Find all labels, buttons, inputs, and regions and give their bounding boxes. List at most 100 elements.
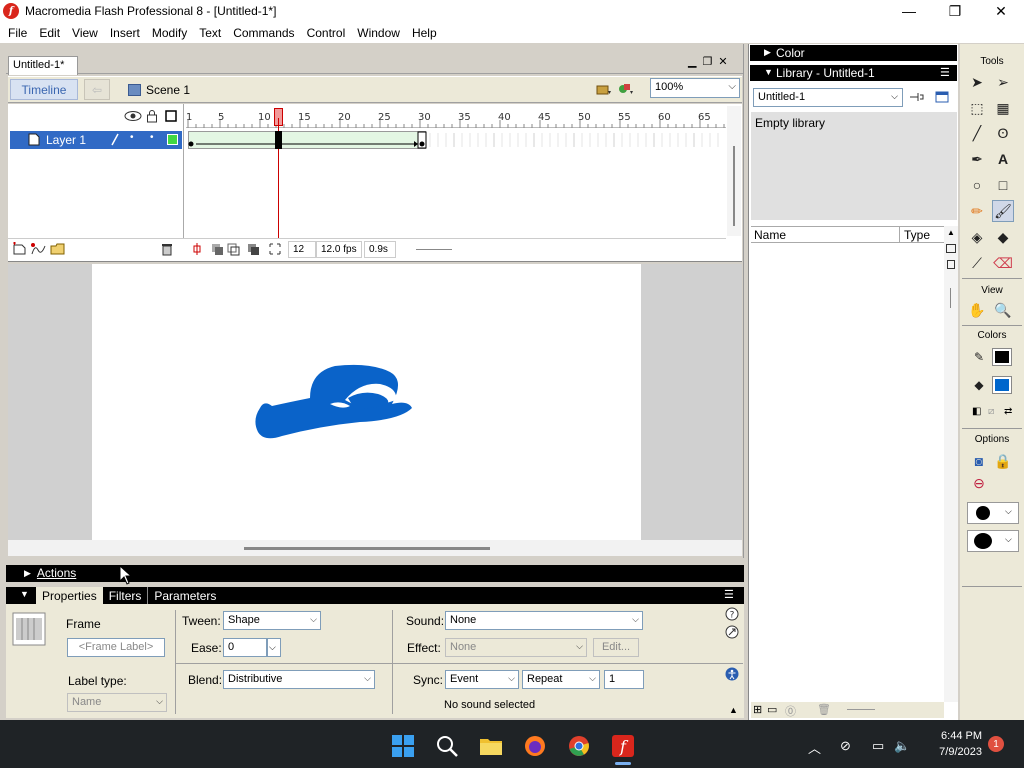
library-list[interactable] <box>751 244 944 702</box>
menu-view[interactable]: View <box>66 26 104 40</box>
menu-window[interactable]: Window <box>351 26 406 40</box>
tab-properties[interactable]: Properties <box>36 587 103 604</box>
scroll-thumb[interactable] <box>244 547 490 550</box>
lock-fill-icon[interactable]: 🔒 <box>992 450 1014 472</box>
maximize-button[interactable]: ❐ <box>932 0 978 22</box>
sync-select[interactable]: Event ⌵ <box>445 670 519 689</box>
back-button[interactable]: ⇦ <box>84 79 110 100</box>
menu-text[interactable]: Text <box>193 26 227 40</box>
new-symbol-icon[interactable]: ⊞ <box>753 703 762 716</box>
show-hidden-icons-icon[interactable]: ︿ <box>808 738 821 757</box>
subselection-tool-icon[interactable]: ➢ <box>992 71 1014 93</box>
col-name[interactable]: Name <box>754 228 786 242</box>
line-tool-icon[interactable]: ╱ <box>966 122 988 144</box>
menu-commands[interactable]: Commands <box>227 26 300 40</box>
edit-actions-icon[interactable] <box>725 625 739 639</box>
frame-rate-field[interactable]: 12.0 fps <box>316 241 362 258</box>
accessibility-icon[interactable] <box>725 667 739 681</box>
menu-help[interactable]: Help <box>406 26 443 40</box>
zoom-select[interactable]: 100% ⌵ <box>650 78 740 98</box>
properties-icon[interactable]: ⓪ <box>785 703 796 719</box>
scroll-thumb[interactable] <box>733 146 735 226</box>
onion-skin-icon[interactable] <box>210 242 224 256</box>
color-panel-bar[interactable]: ▶ Color <box>750 45 957 61</box>
label-type-select[interactable]: Name ⌵ <box>67 693 167 712</box>
library-scrollbar[interactable]: ▲ <box>944 226 958 702</box>
panel-options-icon[interactable]: ☰ <box>940 66 950 79</box>
network-off-icon[interactable]: ⊘ <box>840 738 851 754</box>
timeline-hscroll-thumb[interactable] <box>416 249 452 250</box>
lock-icon[interactable] <box>146 109 158 123</box>
selection-tool-icon[interactable]: ➤ <box>966 71 988 93</box>
volume-icon[interactable]: 🔈 <box>894 738 910 754</box>
layer-outline-color[interactable] <box>167 134 178 145</box>
wide-view-icon[interactable] <box>946 244 956 253</box>
sort-icon[interactable]: ▲ <box>947 228 955 237</box>
visibility-dot[interactable]: • <box>130 132 134 143</box>
free-transform-tool-icon[interactable]: ⬚ <box>966 97 988 119</box>
doc-minimize-icon[interactable]: ▁ <box>688 55 696 69</box>
edit-symbols-icon[interactable] <box>618 82 634 96</box>
blend-select[interactable]: Distributive ⌵ <box>223 670 375 689</box>
layer-row[interactable]: Layer 1 • • <box>10 131 182 149</box>
pencil-tool-icon[interactable]: ✏ <box>966 200 988 222</box>
brush-shape-select[interactable]: ⌵ <box>967 530 1019 552</box>
brush-size-select[interactable]: ⌵ <box>967 502 1019 524</box>
lock-dot[interactable]: • <box>150 132 154 143</box>
object-drawing-icon[interactable]: ◙ <box>968 450 990 472</box>
chrome-icon[interactable] <box>567 734 591 758</box>
zoom-tool-icon[interactable]: 🔍 <box>992 299 1014 321</box>
lasso-tool-icon[interactable]: ʘ <box>992 122 1014 144</box>
scroll-thumb[interactable] <box>950 288 951 308</box>
outline-icon[interactable] <box>165 110 177 122</box>
modify-onion-markers-icon[interactable] <box>268 242 282 256</box>
paint-bucket-tool-icon[interactable]: ◆ <box>992 226 1014 248</box>
ease-slider-button[interactable]: ⌵ <box>267 638 281 657</box>
flash-taskbar-icon[interactable]: f <box>611 734 635 758</box>
edit-multiple-frames-icon[interactable] <box>246 242 260 256</box>
repeat-select[interactable]: Repeat ⌵ <box>522 670 600 689</box>
panel-options-icon[interactable]: ☰ <box>724 588 734 601</box>
menu-file[interactable]: File <box>2 26 33 40</box>
black-white-icon[interactable]: ◧ <box>972 406 981 417</box>
no-color-icon[interactable]: ⧄ <box>988 406 994 417</box>
rectangle-tool-icon[interactable]: □ <box>992 174 1014 196</box>
library-hscroll-thumb[interactable] <box>847 709 875 710</box>
collapse-arrow-icon[interactable]: ▼ <box>20 589 29 599</box>
ink-bottle-tool-icon[interactable]: ◈ <box>966 226 988 248</box>
hand-tool-icon[interactable]: ✋ <box>966 299 988 321</box>
minimize-button[interactable]: — <box>886 0 932 22</box>
firefox-icon[interactable] <box>523 734 547 758</box>
timeline-scrollbar[interactable] <box>727 106 741 236</box>
actions-panel-bar[interactable] <box>6 565 744 582</box>
tab-filters[interactable]: Filters <box>103 587 148 604</box>
menu-insert[interactable]: Insert <box>104 26 146 40</box>
display-icon[interactable]: ▭ <box>872 738 884 754</box>
swap-colors-icon[interactable]: ⇄ <box>1004 406 1012 417</box>
doc-close-icon[interactable]: ✕ <box>718 55 727 69</box>
edit-scene-icon[interactable] <box>596 82 612 96</box>
eyedropper-tool-icon[interactable]: ⟋ <box>966 252 988 274</box>
system-clock[interactable]: 6:44 PM 7/9/2023 <box>912 728 982 760</box>
tween-shape[interactable] <box>250 360 420 444</box>
pin-library-icon[interactable] <box>908 90 924 104</box>
center-frame-icon[interactable] <box>190 242 204 256</box>
ease-input[interactable]: 0 <box>223 638 267 657</box>
doc-restore-icon[interactable]: ❐ <box>702 55 712 69</box>
effect-select[interactable]: None ⌵ <box>445 638 587 657</box>
scene-breadcrumb[interactable]: Scene 1 <box>128 80 190 99</box>
insert-layer-icon[interactable] <box>12 242 28 256</box>
document-tab[interactable]: Untitled-1* <box>8 56 78 75</box>
tween-select[interactable]: Shape ⌵ <box>223 611 321 630</box>
stroke-color-swatch[interactable] <box>992 348 1012 366</box>
close-button[interactable]: ✕ <box>978 0 1024 22</box>
new-folder-icon[interactable]: ▭ <box>767 703 777 716</box>
repeat-count-input[interactable]: 1 <box>604 670 644 689</box>
windows-start-icon[interactable] <box>391 734 415 758</box>
tab-parameters[interactable]: Parameters <box>147 587 222 604</box>
narrow-view-icon[interactable] <box>947 260 955 269</box>
file-explorer-icon[interactable] <box>479 734 503 758</box>
fill-color-swatch[interactable] <box>992 376 1012 394</box>
brush-mode-icon[interactable]: ⊖ <box>968 472 990 494</box>
delete-icon[interactable]: 🗑 <box>817 703 831 716</box>
